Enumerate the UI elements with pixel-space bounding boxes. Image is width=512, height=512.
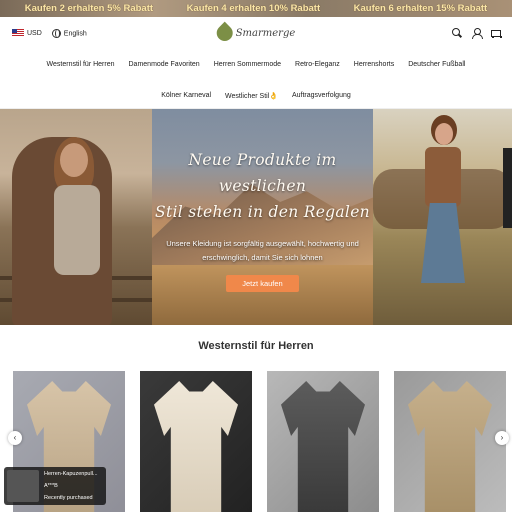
product-image	[408, 381, 492, 512]
hero-subtext: Unsere Kleidung ist sorgfältig ausgewähl…	[166, 239, 359, 262]
product-card[interactable]	[140, 371, 252, 512]
currency-label: USD	[27, 29, 42, 37]
nav-item-herrenshorts[interactable]: Herrenshorts	[354, 61, 394, 68]
currency-selector[interactable]: USD	[12, 29, 42, 37]
main-nav: Westernstil für Herren Damenmode Favorit…	[0, 49, 512, 111]
side-feedback-tab[interactable]	[503, 148, 512, 228]
product-image	[154, 381, 238, 512]
globe-icon	[51, 28, 61, 38]
promo-text-2: Kaufen 4 erhalten 10% Rabatt	[186, 3, 321, 14]
nav-item-damenmode[interactable]: Damenmode Favoriten	[129, 61, 200, 68]
carousel-prev-icon[interactable]: ‹	[8, 431, 22, 445]
hero-image-right	[373, 109, 512, 325]
section-title: Westernstil für Herren	[198, 340, 314, 352]
hero-text-block: Neue Produkte im westlichen Stil stehen …	[152, 147, 373, 292]
hero-headline-2: Stil stehen in den Regalen	[155, 203, 370, 221]
nav-item-auftragsverfolgung[interactable]: Auftragsverfolgung	[292, 92, 351, 99]
nav-item-deutscher-fussball[interactable]: Deutscher Fußball	[408, 61, 465, 68]
nav-item-westernstil-herren[interactable]: Westernstil für Herren	[47, 61, 115, 68]
leaf-logo-icon	[213, 21, 237, 45]
site-header: USD English Smarmerge	[0, 17, 512, 49]
promo-text-3: Kaufen 6 erhalten 15% Rabatt	[353, 3, 488, 14]
product-card[interactable]	[267, 371, 379, 512]
search-icon[interactable]	[452, 28, 462, 38]
product-card[interactable]	[394, 371, 506, 512]
recent-purchase-toast[interactable]: Herren-Kapuzenpull... A***B Recently pur…	[4, 467, 106, 505]
product-image	[281, 381, 365, 512]
shop-now-button[interactable]: Jetzt kaufen	[226, 275, 299, 292]
nav-item-retro-eleganz[interactable]: Retro-Eleganz	[295, 61, 340, 68]
cowgirl-image	[413, 123, 473, 313]
carousel-next-icon[interactable]: ›	[495, 431, 509, 445]
language-label: English	[63, 29, 87, 37]
account-icon[interactable]	[471, 28, 483, 39]
us-flag-icon	[12, 29, 24, 37]
toast-product-image	[7, 470, 39, 502]
woman-in-coat-image	[12, 137, 112, 325]
site-logo[interactable]: Smarmerge	[213, 21, 296, 45]
cart-icon[interactable]	[490, 28, 502, 38]
nav-item-westlicher-stil[interactable]: Westlicher Stil👌	[225, 92, 278, 100]
toast-status: Recently purchased	[44, 495, 93, 501]
nav-item-koelner-karneval[interactable]: Kölner Karneval	[161, 92, 211, 99]
toast-buyer: A***B	[44, 483, 58, 489]
promo-bar: Kaufen 2 erhalten 5% Rabatt Kaufen 4 erh…	[0, 0, 512, 17]
hero-banner[interactable]: Neue Produkte im westlichen Stil stehen …	[0, 108, 512, 325]
logo-text: Smarmerge	[235, 27, 296, 39]
toast-product-name: Herren-Kapuzenpull...	[44, 471, 98, 477]
hero-image-left	[0, 109, 152, 325]
nav-item-herren-sommermode[interactable]: Herren Sommermode	[214, 61, 281, 68]
hero-headline-1: Neue Produkte im westlichen	[188, 151, 337, 195]
promo-text-1: Kaufen 2 erhalten 5% Rabatt	[24, 3, 154, 14]
language-selector[interactable]: English	[51, 28, 87, 38]
